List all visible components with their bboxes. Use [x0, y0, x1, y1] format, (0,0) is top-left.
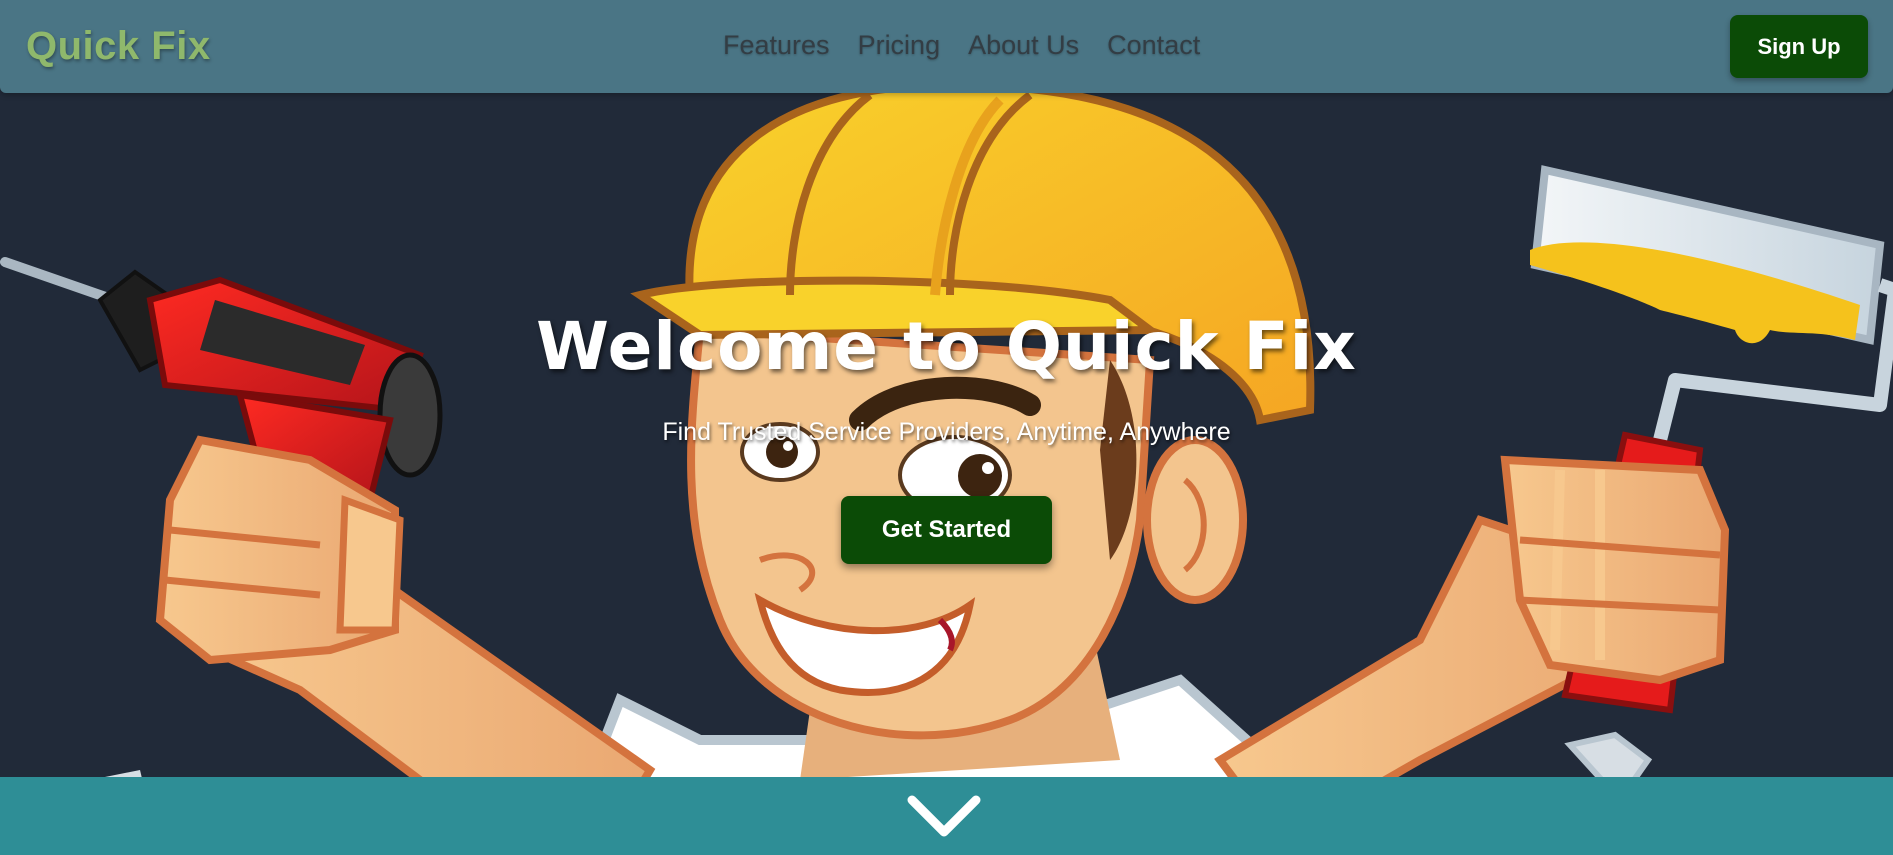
scroll-bar	[0, 777, 1893, 855]
nav-link-pricing[interactable]: Pricing	[858, 30, 941, 61]
sign-up-button[interactable]: Sign Up	[1730, 15, 1868, 78]
get-started-button[interactable]: Get Started	[841, 496, 1052, 564]
chevron-down-icon[interactable]	[904, 790, 984, 842]
hero-title: Welcome to Quick Fix	[536, 308, 1357, 385]
nav-links: Features Pricing About Us Contact	[723, 30, 1228, 61]
landing-page: Quick Fix Features Pricing About Us Cont…	[0, 0, 1893, 855]
brand-logo[interactable]: Quick Fix	[26, 24, 211, 69]
nav-link-about-us[interactable]: About Us	[968, 30, 1079, 61]
nav-link-features[interactable]: Features	[723, 30, 830, 61]
top-navbar: Quick Fix Features Pricing About Us Cont…	[0, 0, 1893, 93]
hero-subtitle: Find Trusted Service Providers, Anytime,…	[662, 418, 1231, 446]
nav-link-contact[interactable]: Contact	[1107, 30, 1200, 61]
